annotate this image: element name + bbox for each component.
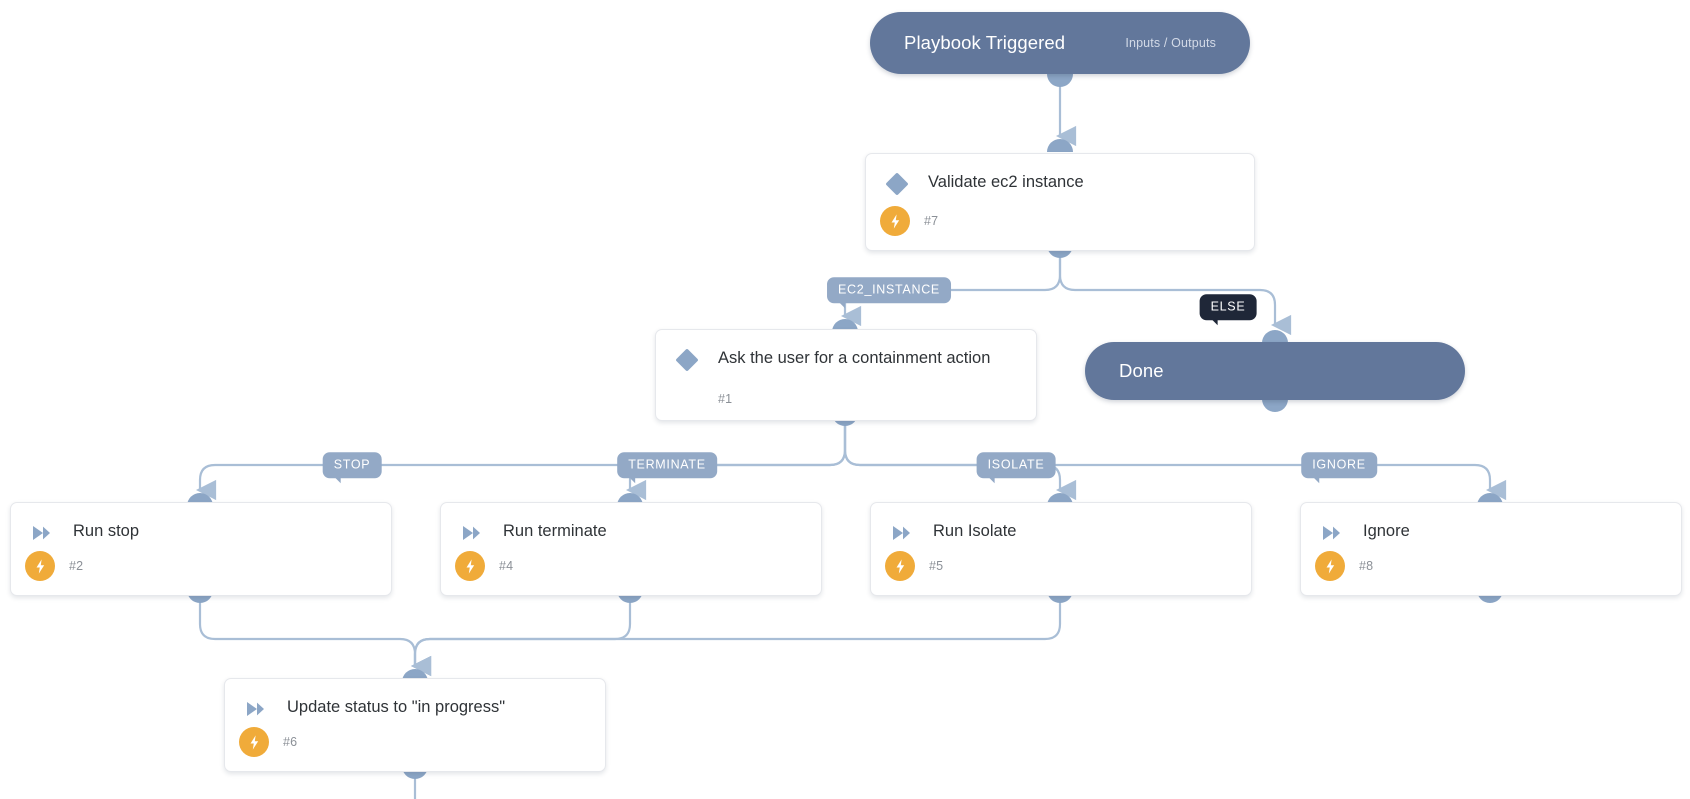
handle-trigger-out[interactable] [1047,74,1073,87]
validate-card-foot: #7 [866,206,1254,236]
update-status-card-ref: #6 [283,735,298,749]
node-playbook-triggered[interactable]: Playbook Triggered Inputs / Outputs [870,12,1250,74]
ask-user-card-foot: #1 [656,392,1036,406]
validate-card-ref: #7 [924,214,939,228]
update-status-card-foot: #6 [225,727,605,757]
edge-label-stop-text: STOP [333,457,371,472]
lightning-bolt-icon [885,551,915,581]
decision-diamond-icon [884,171,910,197]
run-terminate-card-title: Run terminate [503,522,607,540]
action-chevron-icon [1319,520,1345,546]
lightning-bolt-icon [239,727,269,757]
run-terminate-card-head: Run terminate [441,503,821,545]
run-terminate-card-ref: #4 [499,559,514,573]
run-isolate-card-ref: #5 [929,559,944,573]
edge-label-isolate[interactable]: ISOLATE [976,452,1056,483]
handle-validate-in[interactable] [1047,139,1073,152]
action-chevron-icon [459,520,485,546]
edge-ask-to-ignore [843,421,1507,501]
decision-diamond-icon [674,347,700,373]
node-run-terminate[interactable]: Run terminate #4 [440,502,822,596]
ignore-card-foot: #8 [1301,551,1681,581]
node-ignore[interactable]: Ignore #8 [1300,502,1682,596]
edge-label-stop[interactable]: STOP [322,452,382,483]
ignore-card-ref: #8 [1359,559,1374,573]
ask-user-card-title: Ask the user for a containment action [718,349,991,367]
action-chevron-icon [243,696,269,722]
edge-label-ignore[interactable]: IGNORE [1301,452,1377,483]
run-stop-card-foot: #2 [11,551,391,581]
edge-label-terminate[interactable]: TERMINATE [617,452,717,483]
run-isolate-card-title: Run Isolate [933,522,1017,540]
ask-user-card-ref: #1 [718,392,733,406]
lightning-bolt-icon [455,551,485,581]
node-validate-ec2-instance[interactable]: Validate ec2 instance #7 [865,153,1255,251]
lightning-bolt-icon [1315,551,1345,581]
validate-card-title: Validate ec2 instance [928,173,1084,191]
node-run-isolate[interactable]: Run Isolate #5 [870,502,1252,596]
edge-label-ec2-instance[interactable]: EC2_INSTANCE [827,277,951,308]
run-isolate-card-head: Run Isolate [871,503,1251,545]
edge-ask-to-stop [195,421,847,501]
validate-card-head: Validate ec2 instance [866,154,1254,196]
node-done[interactable]: Done [1085,342,1465,400]
edge-label-terminate-text: TERMINATE [628,457,706,472]
run-stop-card-title: Run stop [73,522,140,540]
workflow-canvas[interactable]: Playbook Triggered Inputs / Outputs Vali… [0,0,1690,799]
ignore-card-head: Ignore [1301,503,1681,545]
edge-label-ec2-instance-text: EC2_INSTANCE [838,282,940,297]
run-terminate-card-foot: #4 [441,551,821,581]
ask-user-card-head: Ask the user for a containment action [656,330,1036,372]
update-status-card-title: Update status to "in progress" [287,698,506,716]
lightning-bolt-icon [880,206,910,236]
edge-isolate-to-update [410,598,1062,677]
done-title: Done [1119,360,1164,381]
node-update-status[interactable]: Update status to "in progress" #6 [224,678,606,772]
handle-done-out[interactable] [1262,399,1288,412]
ignore-card-title: Ignore [1363,522,1410,540]
run-isolate-card-foot: #5 [871,551,1251,581]
run-stop-card-head: Run stop [11,503,391,545]
edge-label-else-text: ELSE [1210,299,1246,314]
update-status-card-head: Update status to "in progress" [225,679,605,721]
edge-label-else[interactable]: ELSE [1199,294,1257,325]
edge-terminate-to-update [410,598,632,677]
action-chevron-icon [29,520,55,546]
run-stop-card-ref: #2 [69,559,84,573]
playbook-triggered-io-label[interactable]: Inputs / Outputs [1125,36,1216,50]
edge-stop-to-update [198,598,432,677]
lightning-bolt-icon [25,551,55,581]
edge-label-ignore-text: IGNORE [1312,457,1366,472]
node-run-stop[interactable]: Run stop #2 [10,502,392,596]
action-chevron-icon [889,520,915,546]
edge-label-isolate-text: ISOLATE [987,457,1045,472]
node-ask-user-containment[interactable]: Ask the user for a containment action #1 [655,329,1037,421]
playbook-triggered-title: Playbook Triggered [904,32,1066,53]
